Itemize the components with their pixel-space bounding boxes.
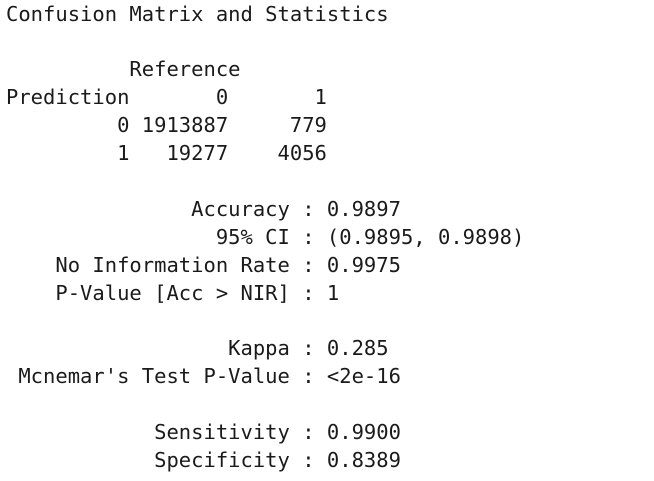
- matrix-row-0: 0 1913887 779: [6, 113, 327, 137]
- output-title: Confusion Matrix and Statistics: [6, 2, 389, 26]
- accuracy-stat: Accuracy : 0.9897: [6, 197, 401, 221]
- specificity-stat: Specificity : 0.8389: [6, 448, 401, 472]
- reference-header: Reference: [6, 57, 241, 81]
- sensitivity-stat: Sensitivity : 0.9900: [6, 420, 401, 444]
- p-value-acc-nir-stat: P-Value [Acc > NIR] : 1: [6, 281, 340, 305]
- mcnemar-stat: Mcnemar's Test P-Value : <2e-16: [6, 364, 401, 388]
- prediction-header: Prediction 0 1: [6, 85, 327, 109]
- kappa-stat: Kappa : 0.285: [6, 336, 389, 360]
- console-output: Confusion Matrix and Statistics Referenc…: [6, 0, 651, 481]
- ci-95-stat: 95% CI : (0.9895, 0.9898): [6, 225, 525, 249]
- no-information-rate-stat: No Information Rate : 0.9975: [6, 253, 401, 277]
- matrix-row-1: 1 19277 4056: [6, 141, 327, 165]
